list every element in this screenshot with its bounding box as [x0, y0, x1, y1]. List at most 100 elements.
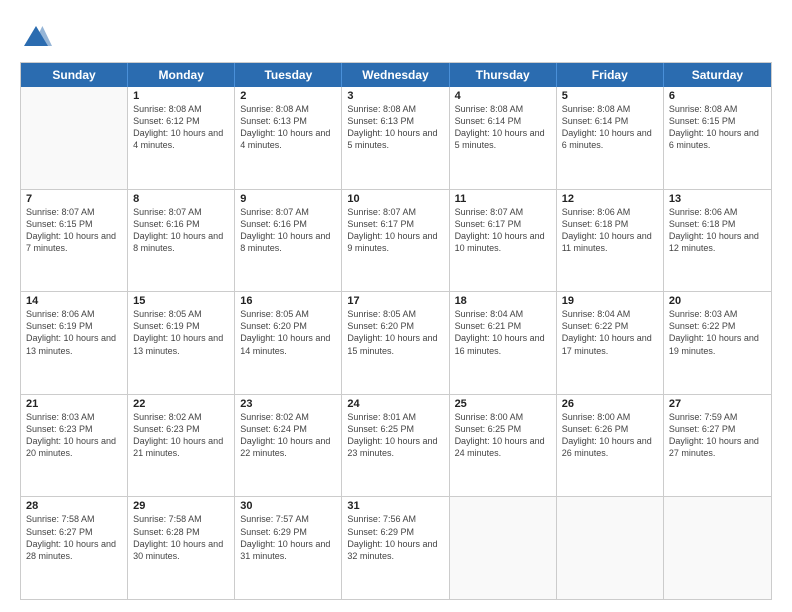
calendar-cell: 3Sunrise: 8:08 AMSunset: 6:13 PMDaylight…: [342, 87, 449, 189]
calendar-cell: 23Sunrise: 8:02 AMSunset: 6:24 PMDayligh…: [235, 395, 342, 497]
cell-info: Sunrise: 8:04 AMSunset: 6:22 PMDaylight:…: [562, 308, 658, 357]
calendar-cell: 1Sunrise: 8:08 AMSunset: 6:12 PMDaylight…: [128, 87, 235, 189]
day-number: 22: [133, 398, 229, 410]
calendar-cell: 17Sunrise: 8:05 AMSunset: 6:20 PMDayligh…: [342, 292, 449, 394]
header-wednesday: Wednesday: [342, 63, 449, 87]
cell-info: Sunrise: 8:07 AMSunset: 6:17 PMDaylight:…: [347, 206, 443, 255]
calendar-cell: 24Sunrise: 8:01 AMSunset: 6:25 PMDayligh…: [342, 395, 449, 497]
calendar-cell: 27Sunrise: 7:59 AMSunset: 6:27 PMDayligh…: [664, 395, 771, 497]
header-monday: Monday: [128, 63, 235, 87]
day-number: 9: [240, 193, 336, 205]
day-number: 8: [133, 193, 229, 205]
calendar-cell: 28Sunrise: 7:58 AMSunset: 6:27 PMDayligh…: [21, 497, 128, 599]
cell-info: Sunrise: 8:06 AMSunset: 6:19 PMDaylight:…: [26, 308, 122, 357]
calendar-cell: 15Sunrise: 8:05 AMSunset: 6:19 PMDayligh…: [128, 292, 235, 394]
calendar-cell: 2Sunrise: 8:08 AMSunset: 6:13 PMDaylight…: [235, 87, 342, 189]
cell-info: Sunrise: 8:06 AMSunset: 6:18 PMDaylight:…: [562, 206, 658, 255]
day-number: 4: [455, 90, 551, 102]
calendar-cell: 13Sunrise: 8:06 AMSunset: 6:18 PMDayligh…: [664, 190, 771, 292]
calendar-cell: 25Sunrise: 8:00 AMSunset: 6:25 PMDayligh…: [450, 395, 557, 497]
calendar-cell: 30Sunrise: 7:57 AMSunset: 6:29 PMDayligh…: [235, 497, 342, 599]
calendar-cell: 20Sunrise: 8:03 AMSunset: 6:22 PMDayligh…: [664, 292, 771, 394]
cell-info: Sunrise: 8:08 AMSunset: 6:13 PMDaylight:…: [240, 103, 336, 152]
day-number: 10: [347, 193, 443, 205]
calendar-cell: 26Sunrise: 8:00 AMSunset: 6:26 PMDayligh…: [557, 395, 664, 497]
day-number: 6: [669, 90, 766, 102]
day-number: 16: [240, 295, 336, 307]
calendar-row-1: 7Sunrise: 8:07 AMSunset: 6:15 PMDaylight…: [21, 190, 771, 293]
day-number: 2: [240, 90, 336, 102]
cell-info: Sunrise: 8:07 AMSunset: 6:15 PMDaylight:…: [26, 206, 122, 255]
calendar-row-4: 28Sunrise: 7:58 AMSunset: 6:27 PMDayligh…: [21, 497, 771, 599]
cell-info: Sunrise: 8:07 AMSunset: 6:16 PMDaylight:…: [240, 206, 336, 255]
cell-info: Sunrise: 8:08 AMSunset: 6:13 PMDaylight:…: [347, 103, 443, 152]
cell-info: Sunrise: 7:59 AMSunset: 6:27 PMDaylight:…: [669, 411, 766, 460]
day-number: 23: [240, 398, 336, 410]
calendar-cell: 11Sunrise: 8:07 AMSunset: 6:17 PMDayligh…: [450, 190, 557, 292]
day-number: 29: [133, 500, 229, 512]
header-tuesday: Tuesday: [235, 63, 342, 87]
day-number: 15: [133, 295, 229, 307]
cell-info: Sunrise: 7:58 AMSunset: 6:28 PMDaylight:…: [133, 513, 229, 562]
header-friday: Friday: [557, 63, 664, 87]
day-number: 24: [347, 398, 443, 410]
day-number: 25: [455, 398, 551, 410]
cell-info: Sunrise: 8:03 AMSunset: 6:22 PMDaylight:…: [669, 308, 766, 357]
calendar-cell: 21Sunrise: 8:03 AMSunset: 6:23 PMDayligh…: [21, 395, 128, 497]
day-number: 26: [562, 398, 658, 410]
day-number: 11: [455, 193, 551, 205]
day-number: 13: [669, 193, 766, 205]
calendar-cell: 14Sunrise: 8:06 AMSunset: 6:19 PMDayligh…: [21, 292, 128, 394]
header-thursday: Thursday: [450, 63, 557, 87]
cell-info: Sunrise: 8:03 AMSunset: 6:23 PMDaylight:…: [26, 411, 122, 460]
calendar-cell: 12Sunrise: 8:06 AMSunset: 6:18 PMDayligh…: [557, 190, 664, 292]
calendar-cell: 19Sunrise: 8:04 AMSunset: 6:22 PMDayligh…: [557, 292, 664, 394]
day-number: 17: [347, 295, 443, 307]
cell-info: Sunrise: 8:07 AMSunset: 6:17 PMDaylight:…: [455, 206, 551, 255]
calendar-cell: 10Sunrise: 8:07 AMSunset: 6:17 PMDayligh…: [342, 190, 449, 292]
page: SundayMondayTuesdayWednesdayThursdayFrid…: [0, 0, 792, 612]
day-number: 30: [240, 500, 336, 512]
cell-info: Sunrise: 7:57 AMSunset: 6:29 PMDaylight:…: [240, 513, 336, 562]
calendar-body: 1Sunrise: 8:08 AMSunset: 6:12 PMDaylight…: [21, 87, 771, 599]
cell-info: Sunrise: 8:07 AMSunset: 6:16 PMDaylight:…: [133, 206, 229, 255]
cell-info: Sunrise: 8:05 AMSunset: 6:19 PMDaylight:…: [133, 308, 229, 357]
day-number: 12: [562, 193, 658, 205]
cell-info: Sunrise: 8:06 AMSunset: 6:18 PMDaylight:…: [669, 206, 766, 255]
cell-info: Sunrise: 8:08 AMSunset: 6:14 PMDaylight:…: [455, 103, 551, 152]
cell-info: Sunrise: 8:00 AMSunset: 6:25 PMDaylight:…: [455, 411, 551, 460]
day-number: 1: [133, 90, 229, 102]
cell-info: Sunrise: 7:56 AMSunset: 6:29 PMDaylight:…: [347, 513, 443, 562]
cell-info: Sunrise: 8:05 AMSunset: 6:20 PMDaylight:…: [347, 308, 443, 357]
calendar-row-3: 21Sunrise: 8:03 AMSunset: 6:23 PMDayligh…: [21, 395, 771, 498]
day-number: 18: [455, 295, 551, 307]
calendar-cell: [557, 497, 664, 599]
cell-info: Sunrise: 8:08 AMSunset: 6:15 PMDaylight:…: [669, 103, 766, 152]
cell-info: Sunrise: 8:01 AMSunset: 6:25 PMDaylight:…: [347, 411, 443, 460]
calendar-cell: 5Sunrise: 8:08 AMSunset: 6:14 PMDaylight…: [557, 87, 664, 189]
calendar-cell: [664, 497, 771, 599]
logo: [20, 22, 56, 54]
calendar-cell: [450, 497, 557, 599]
calendar: SundayMondayTuesdayWednesdayThursdayFrid…: [20, 62, 772, 600]
calendar-row-2: 14Sunrise: 8:06 AMSunset: 6:19 PMDayligh…: [21, 292, 771, 395]
calendar-cell: 4Sunrise: 8:08 AMSunset: 6:14 PMDaylight…: [450, 87, 557, 189]
calendar-cell: 7Sunrise: 8:07 AMSunset: 6:15 PMDaylight…: [21, 190, 128, 292]
calendar-cell: 31Sunrise: 7:56 AMSunset: 6:29 PMDayligh…: [342, 497, 449, 599]
day-number: 31: [347, 500, 443, 512]
day-number: 14: [26, 295, 122, 307]
calendar-cell: 16Sunrise: 8:05 AMSunset: 6:20 PMDayligh…: [235, 292, 342, 394]
calendar-cell: 9Sunrise: 8:07 AMSunset: 6:16 PMDaylight…: [235, 190, 342, 292]
day-number: 19: [562, 295, 658, 307]
calendar-row-0: 1Sunrise: 8:08 AMSunset: 6:12 PMDaylight…: [21, 87, 771, 190]
cell-info: Sunrise: 8:04 AMSunset: 6:21 PMDaylight:…: [455, 308, 551, 357]
calendar-header: SundayMondayTuesdayWednesdayThursdayFrid…: [21, 63, 771, 87]
calendar-cell: 18Sunrise: 8:04 AMSunset: 6:21 PMDayligh…: [450, 292, 557, 394]
cell-info: Sunrise: 8:00 AMSunset: 6:26 PMDaylight:…: [562, 411, 658, 460]
calendar-cell: 8Sunrise: 8:07 AMSunset: 6:16 PMDaylight…: [128, 190, 235, 292]
header-saturday: Saturday: [664, 63, 771, 87]
day-number: 5: [562, 90, 658, 102]
cell-info: Sunrise: 8:02 AMSunset: 6:24 PMDaylight:…: [240, 411, 336, 460]
day-number: 27: [669, 398, 766, 410]
calendar-cell: 29Sunrise: 7:58 AMSunset: 6:28 PMDayligh…: [128, 497, 235, 599]
